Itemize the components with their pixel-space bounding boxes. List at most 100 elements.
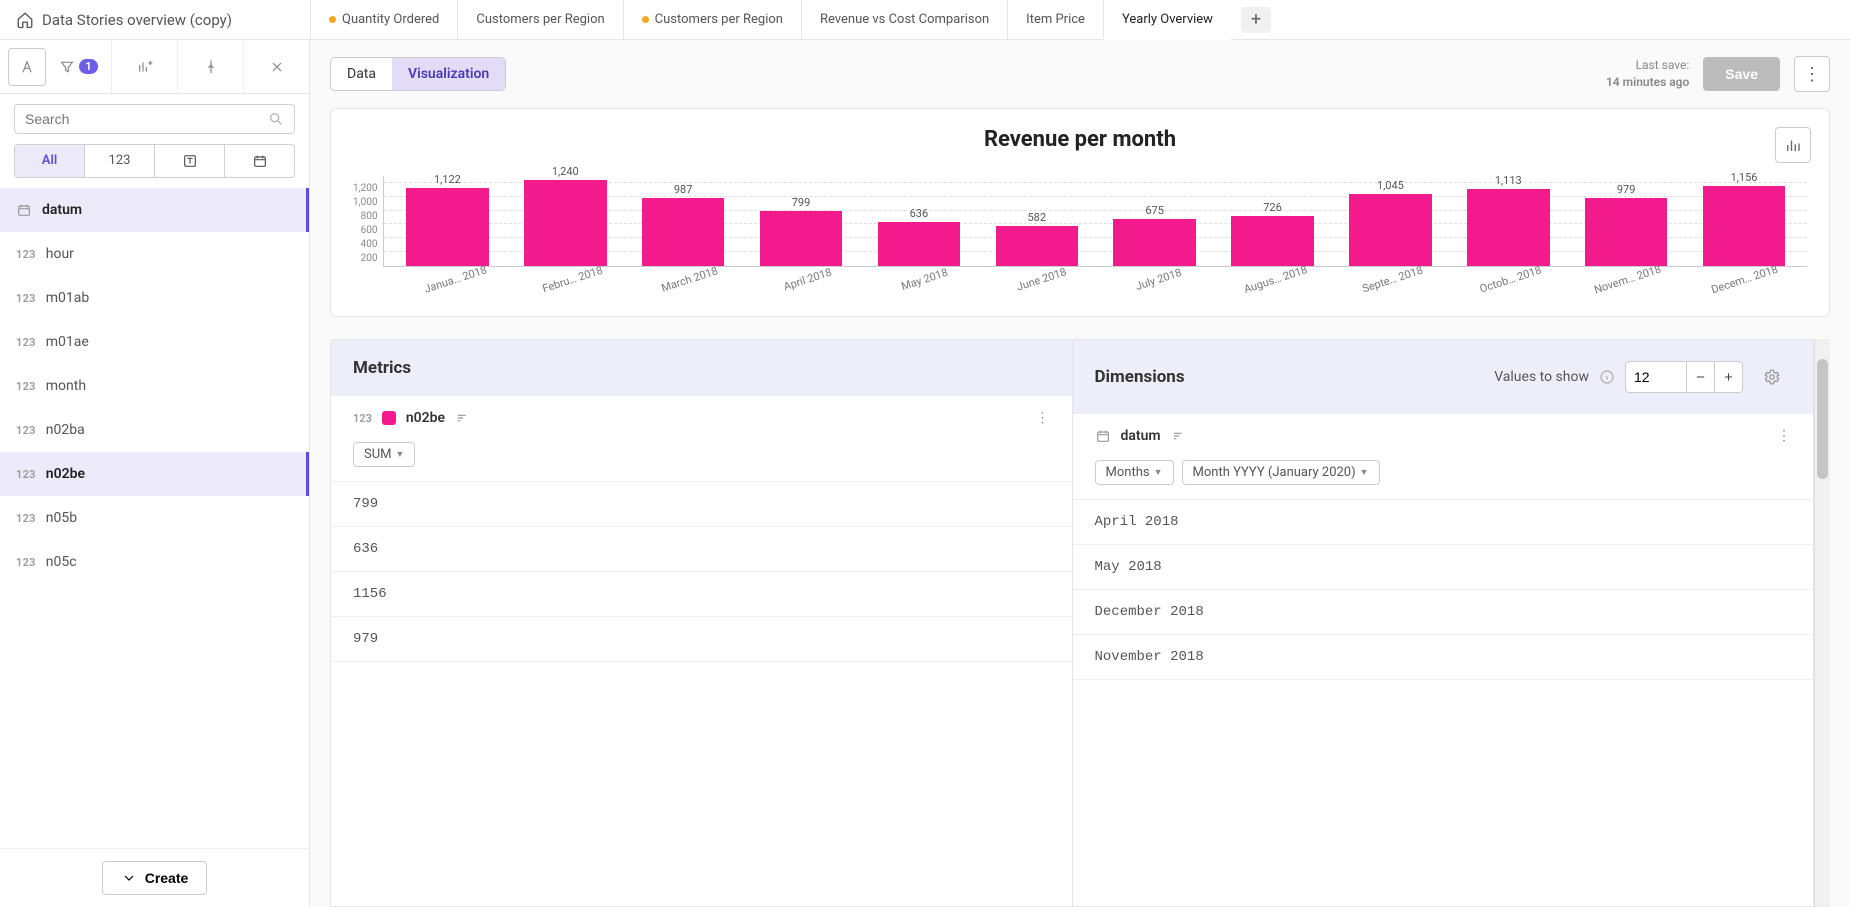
dimension-settings-button[interactable] [1753, 358, 1791, 396]
metric-name: n02be [406, 410, 445, 426]
bar[interactable]: 726 [1214, 201, 1332, 266]
save-button[interactable]: Save [1703, 57, 1780, 91]
field-item[interactable]: 123 n05c [0, 540, 309, 584]
scrollbar-thumb[interactable] [1817, 359, 1828, 479]
dimension-more-button[interactable]: ⋮ [1777, 428, 1791, 444]
field-type: 123 [16, 380, 36, 393]
field-type: 123 [16, 424, 36, 437]
bar-value-label: 799 [792, 196, 811, 209]
chart-type-button[interactable] [1775, 127, 1811, 163]
sort-icon[interactable] [1171, 428, 1187, 444]
add-tab-button[interactable]: + [1241, 7, 1271, 33]
dimension-data-rows: April 2018May 2018December 2018November … [1073, 500, 1814, 906]
field-name: n05c [46, 554, 77, 570]
bar[interactable]: 675 [1096, 204, 1214, 266]
bar[interactable]: 636 [860, 207, 978, 266]
sort-icon[interactable] [455, 410, 471, 426]
bar[interactable]: 1,122 [388, 173, 506, 266]
more-button[interactable]: ⋮ [1794, 56, 1830, 92]
bar[interactable]: 582 [978, 211, 1096, 266]
filter-text[interactable] [155, 145, 225, 177]
field-list[interactable]: datum123hour123m01ab123m01ae123month123n… [0, 188, 309, 848]
bar[interactable]: 1,045 [1331, 179, 1449, 266]
filter-button[interactable]: 1 [46, 40, 112, 93]
text-mode-button[interactable] [8, 48, 46, 86]
dimension-value-row: May 2018 [1073, 545, 1814, 590]
config-scrollbar[interactable] [1814, 339, 1830, 907]
bar-value-label: 1,045 [1377, 179, 1404, 192]
tab[interactable]: Quantity Ordered [310, 0, 457, 39]
field-name: n05b [46, 510, 77, 526]
search-icon [268, 111, 284, 127]
tab-label: Revenue vs Cost Comparison [820, 12, 989, 27]
info-icon[interactable] [1599, 369, 1615, 385]
bar[interactable]: 1,156 [1685, 171, 1803, 266]
bar[interactable]: 799 [742, 196, 860, 266]
last-save-value: 14 minutes ago [1606, 74, 1689, 91]
search-input[interactable] [25, 111, 268, 127]
field-item[interactable]: 123n02ba [0, 408, 309, 452]
filter-date[interactable] [225, 145, 294, 177]
create-button[interactable]: Create [102, 861, 208, 895]
values-to-show-stepper[interactable]: − + [1625, 361, 1743, 393]
text-type-icon [182, 153, 198, 169]
tab-label: Customers per Region [655, 12, 783, 27]
metric-value-row: 979 [331, 617, 1072, 662]
page-title: Data Stories overview (copy) [42, 11, 232, 29]
toggle-visualization[interactable]: Visualization [392, 58, 505, 90]
sidebar: 1 All 123 [0, 40, 310, 907]
field-item[interactable]: 123m01ab [0, 276, 309, 320]
field-item[interactable]: 123m01ae [0, 320, 309, 364]
bar[interactable]: 987 [624, 183, 742, 266]
field-item[interactable]: datum [0, 188, 309, 232]
aggregation-select[interactable]: SUM▼ [353, 442, 415, 467]
tab-label: Yearly Overview [1122, 12, 1213, 27]
field-item[interactable]: 123 n02be [0, 452, 309, 496]
tab[interactable]: Yearly Overview [1103, 0, 1231, 40]
sidebar-toolbar: 1 [0, 40, 309, 94]
calendar-icon [252, 153, 268, 169]
filter-all[interactable]: All [15, 145, 85, 177]
tab-label: Customers per Region [476, 12, 604, 27]
bar-value-label: 636 [910, 207, 929, 220]
field-item[interactable]: 123n05b [0, 496, 309, 540]
bar-value-label: 979 [1617, 183, 1636, 196]
field-type: 123 [16, 556, 36, 569]
field-item[interactable]: 123hour [0, 232, 309, 276]
stepper-plus[interactable]: + [1714, 362, 1742, 392]
metric-data-rows: 7996361156979 [331, 482, 1072, 906]
tab[interactable]: Item Price [1007, 0, 1103, 39]
bar[interactable]: 1,240 [506, 165, 624, 266]
main: Data Visualization Last save: 14 minutes… [310, 40, 1850, 907]
calendar-icon [16, 202, 32, 218]
tab[interactable]: Customers per Region [623, 0, 801, 39]
main-toolbar: Data Visualization Last save: 14 minutes… [310, 40, 1850, 108]
tab[interactable]: Revenue vs Cost Comparison [801, 0, 1007, 39]
chart-settings-button[interactable] [112, 40, 178, 93]
toggle-data[interactable]: Data [331, 58, 392, 90]
metric-more-button[interactable]: ⋮ [1036, 410, 1050, 426]
filter-numeric[interactable]: 123 [85, 145, 155, 177]
dimensions-title: Dimensions [1095, 367, 1185, 387]
field-name: n02be [46, 466, 85, 482]
bar[interactable]: 1,113 [1449, 174, 1567, 266]
pin-button[interactable] [178, 40, 244, 93]
date-format-select[interactable]: Month YYYY (January 2020)▼ [1182, 460, 1380, 485]
home-icon [16, 11, 34, 29]
tab-label: Item Price [1026, 12, 1085, 27]
bar[interactable]: 979 [1567, 183, 1685, 266]
header: Data Stories overview (copy) Quantity Or… [0, 0, 1850, 40]
values-to-show-label: Values to show [1494, 369, 1589, 385]
field-name: m01ae [46, 334, 89, 350]
values-to-show-input[interactable] [1626, 363, 1686, 391]
metric-color-swatch[interactable] [382, 411, 396, 425]
field-type: 123 [16, 468, 36, 481]
close-sidebar-button[interactable] [244, 40, 309, 93]
tab[interactable]: Customers per Region [457, 0, 622, 39]
bar-value-label: 675 [1145, 204, 1164, 217]
page-title-area: Data Stories overview (copy) [0, 11, 310, 29]
time-unit-select[interactable]: Months▼ [1095, 460, 1174, 485]
unsaved-dot-icon [329, 16, 336, 23]
field-item[interactable]: 123month [0, 364, 309, 408]
stepper-minus[interactable]: − [1686, 362, 1714, 392]
